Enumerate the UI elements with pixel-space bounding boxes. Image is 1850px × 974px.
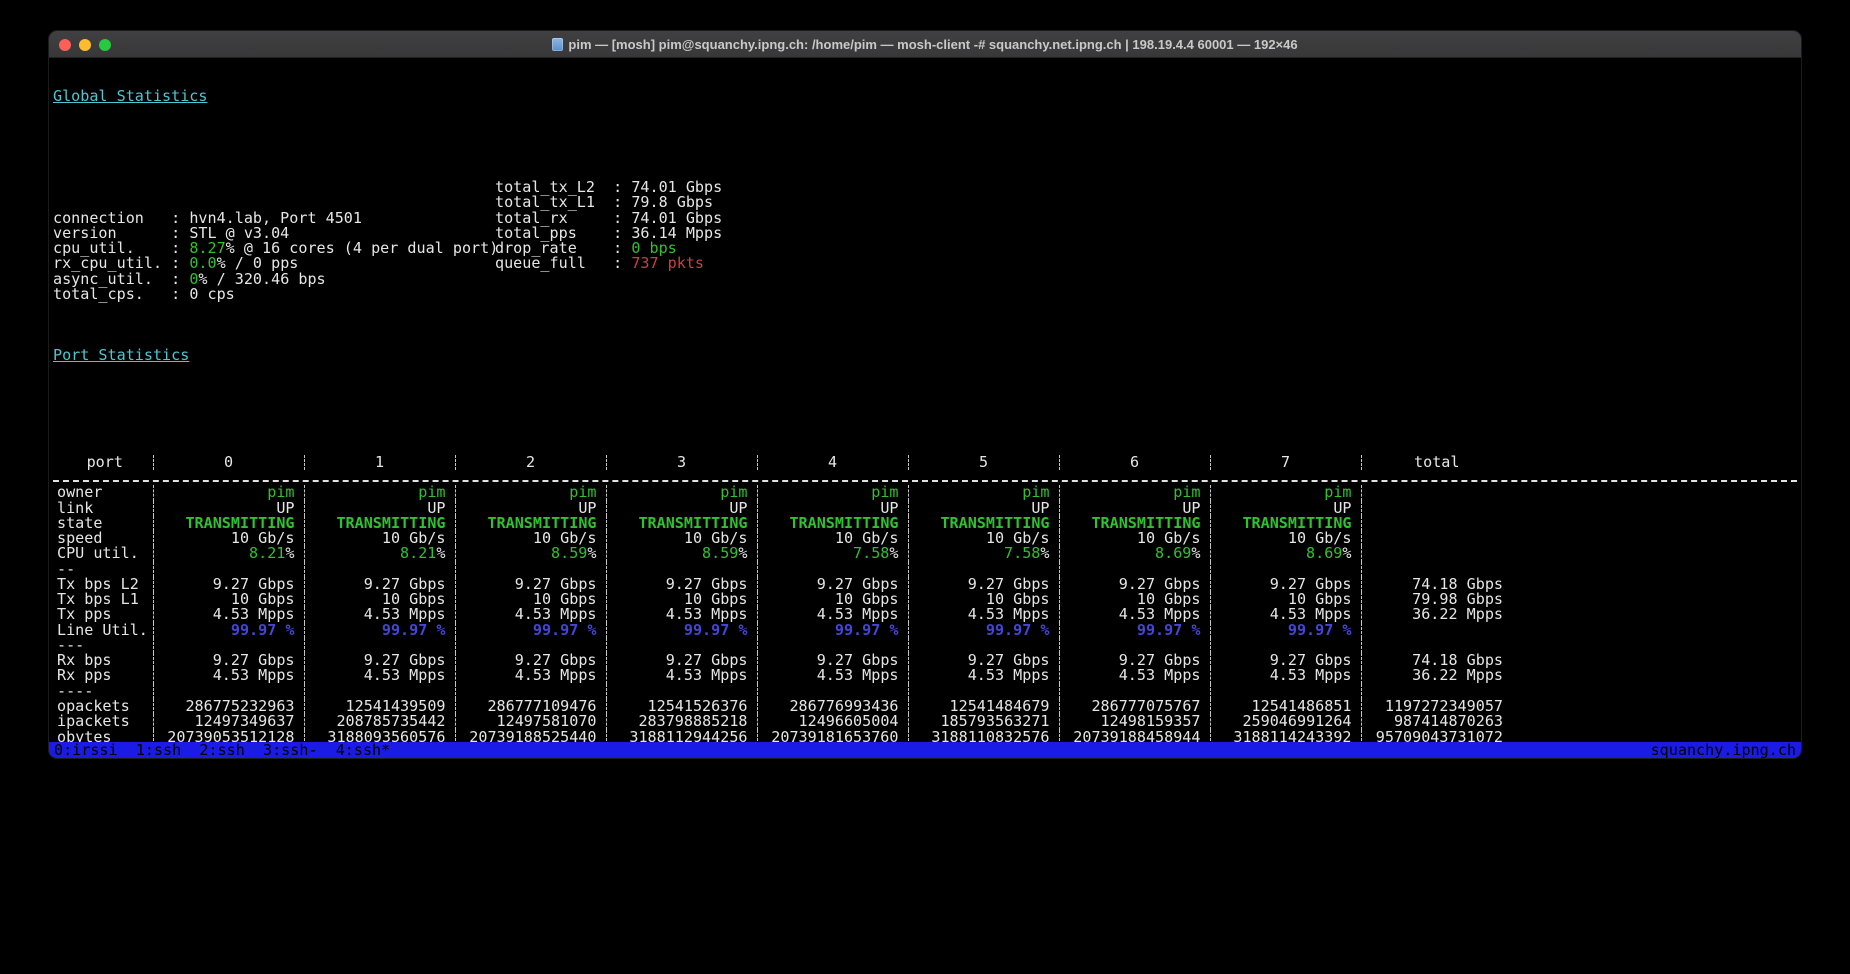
global-statistics-heading: Global Statistics — [53, 89, 1801, 104]
tmux-status-bar: 0:irssi 1:ssh 2:ssh 3:ssh- 4:ssh* squanc… — [49, 742, 1801, 758]
row-label: owner — [53, 485, 153, 500]
row-label: -- — [53, 562, 153, 577]
global-statistics: connection: hvn4.lab, Port 4501version: … — [53, 180, 1801, 272]
terminal-window: pim — [mosh] pim@squanchy.ipng.ch: /home… — [48, 30, 1802, 759]
row-label: --- — [53, 638, 153, 653]
global-stat-total-cps: total_cps.: 0 cps — [53, 287, 1801, 302]
port-table-row-link: linkUPUPUPUPUPUPUPUP — [53, 501, 1802, 516]
column-header-6: 6 — [1059, 455, 1210, 470]
row-label: link — [53, 501, 153, 516]
global-statistics-right-column: total_tx_L2: 74.01 Gbpstotal_tx_L1: 79.8… — [495, 180, 722, 272]
column-header-4: 4 — [757, 455, 908, 470]
row-label: opackets — [53, 699, 153, 714]
column-header-7: 7 — [1210, 455, 1361, 470]
row-label: speed — [53, 531, 153, 546]
tmux-hostname: squanchy.ipng.ch — [1651, 742, 1796, 758]
port-table-row-owner: ownerpimpimpimpimpimpimpimpim — [53, 485, 1802, 500]
port-table-header-row: port01234567total — [53, 455, 1802, 470]
port-table-row-sep: ---- — [53, 684, 1802, 699]
minimize-button[interactable] — [79, 39, 91, 51]
port-statistics-table: port01234567total ownerpimpimpimpimpimpim… — [53, 455, 1802, 759]
row-label: Rx pps — [53, 668, 153, 683]
row-label: Tx bps L1 — [53, 592, 153, 607]
port-table-row-tx-pps: Tx pps4.53 Mpps4.53 Mpps4.53 Mpps4.53 Mp… — [53, 607, 1802, 622]
row-label: Line Util. — [53, 623, 153, 638]
port-table-row-sep: -- — [53, 562, 1802, 577]
global-statistics-left-column: connection: hvn4.lab, Port 4501version: … — [53, 211, 1801, 303]
row-label: state — [53, 516, 153, 531]
port-table-row-state: stateTRANSMITTINGTRANSMITTINGTRANSMITTIN… — [53, 516, 1802, 531]
port-table-row-rx-pps: Rx pps4.53 Mpps4.53 Mpps4.53 Mpps4.53 Mp… — [53, 668, 1802, 683]
tmux-window-list[interactable]: 0:irssi 1:ssh 2:ssh 3:ssh- 4:ssh* — [54, 742, 390, 758]
row-label: Rx bps — [53, 653, 153, 668]
port-column-header: port — [53, 455, 153, 470]
column-header-1: 1 — [304, 455, 455, 470]
row-label: ---- — [53, 684, 153, 699]
column-header-0: 0 — [153, 455, 304, 470]
stat-label: total_cps. — [53, 287, 171, 302]
column-header-total: total — [1361, 455, 1512, 470]
port-table-row-line-util: Line Util.99.97 %99.97 %99.97 %99.97 %99… — [53, 623, 1802, 638]
port-table-row-opackets: opackets28677523296312541439509286777109… — [53, 699, 1802, 714]
column-header-5: 5 — [908, 455, 1059, 470]
traffic-lights — [49, 31, 111, 58]
row-label: Tx pps — [53, 607, 153, 622]
row-label: Tx bps L2 — [53, 577, 153, 592]
close-button[interactable] — [59, 39, 71, 51]
window-title: pim — [mosh] pim@squanchy.ipng.ch: /home… — [568, 37, 1297, 52]
port-table-row-speed: speed10 Gb/s10 Gb/s10 Gb/s10 Gb/s10 Gb/s… — [53, 531, 1802, 546]
port-statistics-heading: Port Statistics — [53, 348, 1801, 363]
terminal-content: Global Statistics connection: hvn4.lab, … — [49, 58, 1801, 759]
port-table-row-cpu-util: CPU util.8.21%8.21%8.59%8.59%7.58%7.58%8… — [53, 546, 1802, 561]
row-label: ipackets — [53, 714, 153, 729]
zoom-button[interactable] — [99, 39, 111, 51]
global-stat-cpu-util: cpu_util.: 8.27% @ 16 cores (4 per dual … — [53, 241, 1801, 256]
global-stat-connection: connection: hvn4.lab, Port 4501 — [53, 211, 1801, 226]
port-table-row-ipackets: ipackets12497349637208785735442124975810… — [53, 714, 1802, 729]
global-stat-queue-full: queue_full: 737 pkts — [495, 256, 722, 271]
port-table-row-tx-bps-l2: Tx bps L29.27 Gbps9.27 Gbps9.27 Gbps9.27… — [53, 577, 1802, 592]
desktop: pim — [mosh] pim@squanchy.ipng.ch: /home… — [0, 0, 1850, 974]
header-separator-row — [53, 470, 1802, 485]
document-icon — [552, 38, 563, 51]
port-table-row-tx-bps-l1: Tx bps L110 Gbps10 Gbps10 Gbps10 Gbps10 … — [53, 592, 1802, 607]
port-table-row-rx-bps: Rx bps9.27 Gbps9.27 Gbps9.27 Gbps9.27 Gb… — [53, 653, 1802, 668]
window-title-area: pim — [mosh] pim@squanchy.ipng.ch: /home… — [49, 37, 1801, 52]
column-header-3: 3 — [606, 455, 757, 470]
column-header-2: 2 — [455, 455, 606, 470]
stat-label: queue_full — [495, 256, 613, 271]
global-stat-async-util: async_util.: 0% / 320.46 bps — [53, 272, 1801, 287]
row-label: CPU util. — [53, 546, 153, 561]
titlebar[interactable]: pim — [mosh] pim@squanchy.ipng.ch: /home… — [49, 31, 1801, 58]
port-table-row-sep: --- — [53, 638, 1802, 653]
